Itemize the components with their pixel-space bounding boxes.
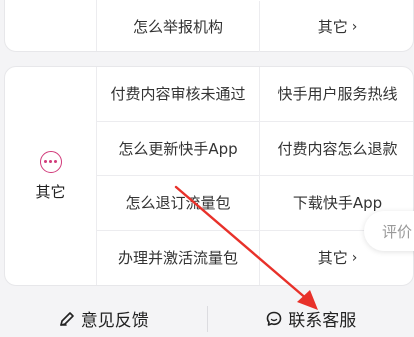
question-report-agency[interactable]: 怎么举报机构 — [97, 1, 260, 52]
question-cancel-data-pack[interactable]: 怎么退订流量包 — [97, 176, 260, 231]
question-activate-data-pack[interactable]: 办理并激活流量包 — [97, 230, 260, 285]
more-dots-icon — [39, 150, 62, 173]
question-other-top[interactable]: 其它 › — [260, 1, 414, 52]
faq-card-other: 其它 付费内容审核未通过 快手用户服务热线 怎么更新快手App 付费内容怎么退款… — [4, 66, 414, 286]
category-label: 其它 — [35, 182, 66, 201]
feedback-label: 意见反馈 — [80, 311, 149, 331]
chat-bubble-icon — [266, 311, 282, 326]
faq-card-top: 怎么举报机构 其它 › — [4, 0, 414, 52]
question-label: 其它 — [317, 249, 348, 268]
category-column — [5, 0, 97, 51]
question-paid-content-review[interactable]: 付费内容审核未通过 — [97, 67, 260, 122]
question-label: 其它 — [317, 18, 348, 36]
question-grid: 付费内容审核未通过 快手用户服务热线 怎么更新快手App 付费内容怎么退款 怎么… — [97, 67, 413, 285]
contact-label: 联系客服 — [288, 311, 357, 331]
feedback-button[interactable]: 意见反馈 — [0, 300, 207, 337]
contact-service-button[interactable]: 联系客服 — [208, 300, 414, 337]
question-update-app[interactable]: 怎么更新快手App — [97, 121, 260, 176]
chevron-right-icon: › — [351, 249, 358, 266]
evaluate-label: 评价 — [382, 222, 413, 241]
evaluate-tab[interactable]: 评价 — [364, 211, 414, 251]
pencil-icon — [59, 311, 74, 326]
question-service-hotline[interactable]: 快手用户服务热线 — [260, 67, 413, 122]
chevron-right-icon: › — [351, 18, 358, 35]
category-other: 其它 — [5, 67, 97, 285]
question-paid-refund[interactable]: 付费内容怎么退款 — [260, 122, 413, 176]
bottom-action-bar: 意见反馈 联系客服 — [0, 300, 414, 337]
